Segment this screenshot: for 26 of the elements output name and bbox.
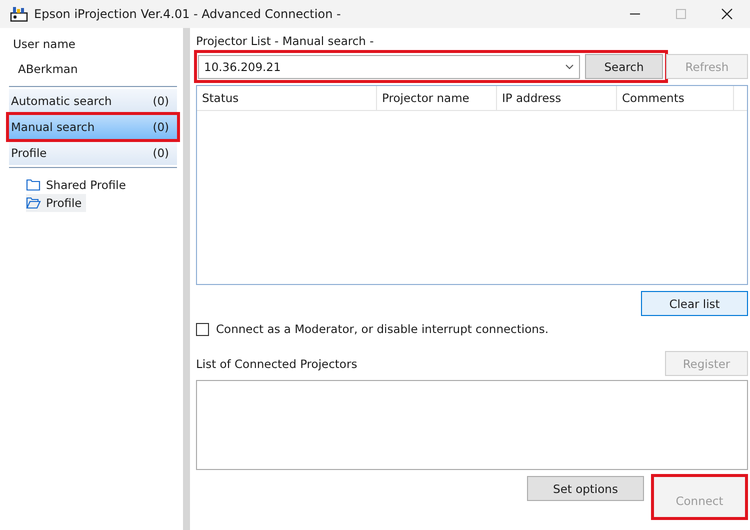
folder-icon bbox=[26, 179, 41, 191]
splitter[interactable] bbox=[183, 28, 190, 530]
user-name-label: User name bbox=[12, 36, 76, 53]
projector-list-title: Projector List - Manual search - bbox=[196, 34, 375, 50]
nav-item[interactable]: Profile (0) bbox=[9, 141, 177, 165]
column-header[interactable]: Comments bbox=[617, 86, 734, 110]
moderator-label: Connect as a Moderator, or disable interrupt connections. bbox=[216, 322, 549, 336]
nav-item[interactable]: Automatic search (0) bbox=[9, 89, 177, 113]
column-header[interactable]: Projector name bbox=[377, 86, 497, 110]
user-name: ABerkman bbox=[17, 61, 79, 78]
maximize-icon bbox=[675, 8, 687, 20]
window-title: Epson iProjection Ver.4.01 - Advanced Connection - bbox=[34, 7, 342, 21]
search-button[interactable]: Search bbox=[585, 54, 663, 79]
checkbox[interactable] bbox=[196, 322, 209, 336]
folder-icon bbox=[26, 197, 41, 209]
tree-item[interactable]: Shared Profile bbox=[26, 176, 130, 194]
connected-list-title: List of Connected Projectors bbox=[196, 356, 358, 370]
column-header[interactable]: IP address bbox=[497, 86, 617, 110]
column-header[interactable]: Status bbox=[197, 86, 377, 110]
address-combo[interactable]: 10.36.209.21 bbox=[198, 54, 580, 78]
nav-item[interactable]: Manual search (0) bbox=[9, 115, 177, 139]
close-icon bbox=[721, 8, 733, 20]
clear-list-button[interactable]: Clear list bbox=[641, 291, 748, 316]
tree-item[interactable]: Profile bbox=[26, 194, 86, 212]
projector-icon bbox=[10, 6, 28, 22]
set-options-button[interactable]: Set options bbox=[527, 476, 644, 501]
